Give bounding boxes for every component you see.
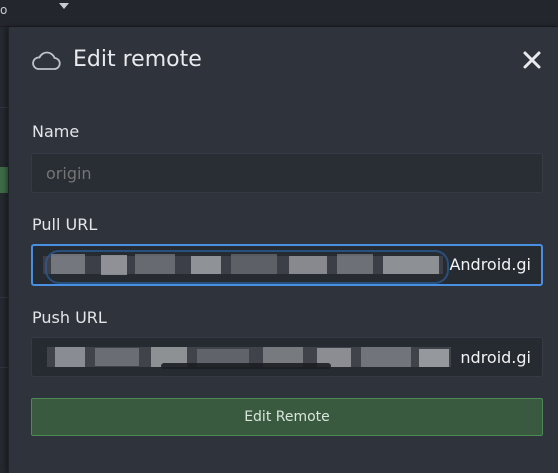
background-highlight [0,167,8,193]
pull-url-visible-text: Android.gi [449,255,531,274]
push-url-label: Push URL [32,308,107,327]
push-url-visible-text: ndroid.gi [460,348,531,367]
divider [0,297,8,298]
topbar-text: o [0,3,8,17]
edit-remote-button[interactable]: Edit Remote [31,398,543,436]
name-input[interactable] [31,153,543,193]
pull-url-label: Pull URL [32,215,98,234]
edit-remote-dialog: Edit remote Name Pull URL Android.gi Pus… [8,27,558,473]
dialog-title: Edit remote [73,47,202,72]
cloud-icon [31,49,61,71]
push-url-value: ndroid.gi [31,337,543,379]
divider [0,107,8,108]
pull-url-value: Android.gi [31,244,543,286]
divider [0,367,8,368]
close-icon [523,51,541,69]
background-sidebar [0,27,8,473]
chevron-down-icon[interactable] [59,3,69,9]
dialog-header: Edit remote [9,27,558,97]
app-topbar: o [0,0,558,27]
close-button[interactable] [519,47,545,73]
name-label: Name [32,122,80,141]
